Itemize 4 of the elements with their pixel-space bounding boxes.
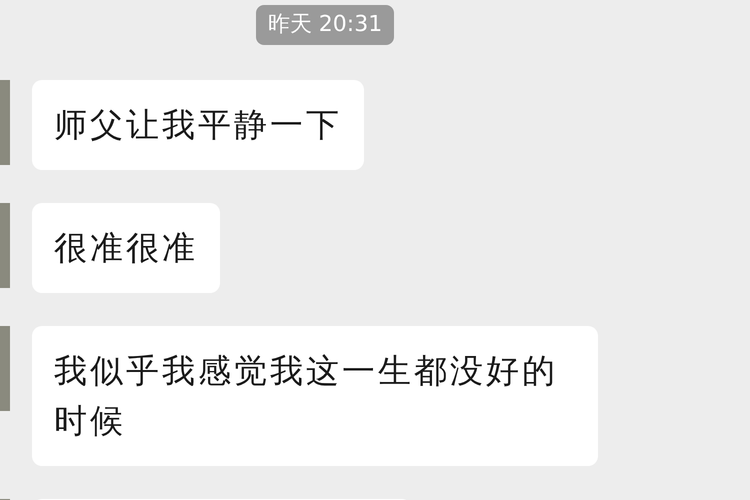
message-bubble: 我似乎我感觉我这一生都没好的时候: [32, 326, 598, 466]
timestamp: 昨天 20:31: [256, 5, 394, 45]
message-bubble: 师父让我平静一下: [32, 80, 364, 170]
message-bubble: 很准很准: [32, 203, 220, 293]
